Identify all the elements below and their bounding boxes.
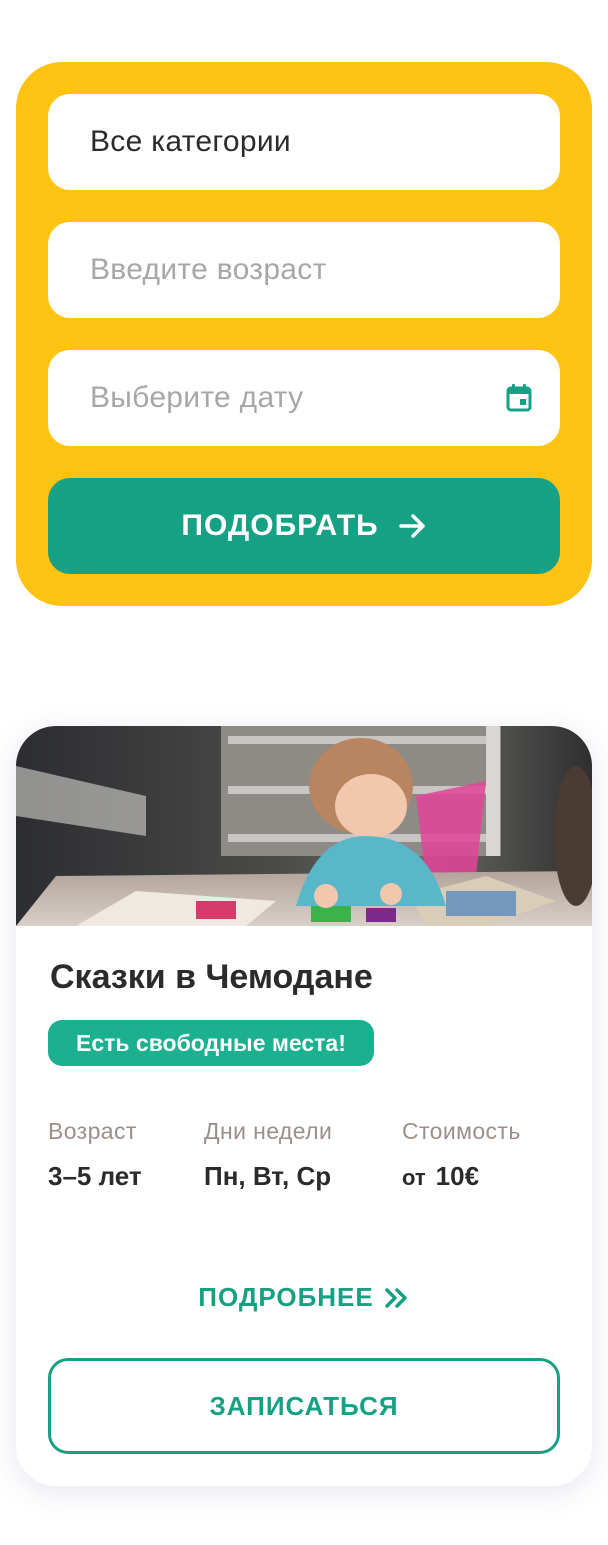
price-prefix: от <box>402 1165 426 1190</box>
info-age: Возраст 3–5 лет <box>48 1118 142 1192</box>
submit-button-label: ПОДОБРАТЬ <box>181 509 379 542</box>
category-select-value: Все категории <box>90 125 291 158</box>
details-link[interactable]: ПОДРОБНЕЕ <box>16 1282 592 1313</box>
category-select[interactable]: Все категории <box>48 94 560 190</box>
double-chevron-right-icon <box>384 1287 407 1308</box>
status-badge: Есть свободные места! <box>48 1020 374 1066</box>
submit-button[interactable]: ПОДОБРАТЬ <box>48 478 560 574</box>
event-photo <box>16 726 592 926</box>
enroll-button[interactable]: ЗАПИСАТЬСЯ <box>48 1358 560 1454</box>
date-input[interactable] <box>90 381 506 415</box>
days-label: Дни недели <box>204 1118 333 1144</box>
days-value-text: Пн, Вт, Ср <box>204 1161 332 1191</box>
date-field[interactable] <box>48 350 560 446</box>
age-label: Возраст <box>48 1118 137 1144</box>
age-value-text: 3–5 лет <box>48 1161 142 1191</box>
age-field[interactable] <box>48 222 560 318</box>
calendar-icon[interactable] <box>506 384 532 412</box>
arrow-right-icon <box>398 514 425 538</box>
filter-panel: Все категории ПОДОБРАТЬ <box>16 62 592 606</box>
details-link-label: ПОДРОБНЕЕ <box>198 1282 374 1312</box>
enroll-button-label: ЗАПИСАТЬСЯ <box>209 1390 399 1421</box>
price-value: от 10€ <box>402 1161 521 1192</box>
age-value: 3–5 лет <box>48 1161 142 1192</box>
price-amount: 10€ <box>435 1161 480 1191</box>
info-days: Дни недели Пн, Вт, Ср <box>204 1118 332 1192</box>
price-label: Стоимость <box>402 1118 521 1144</box>
age-input[interactable] <box>90 253 532 287</box>
days-value: Пн, Вт, Ср <box>204 1161 332 1192</box>
event-title: Сказки в Чемодане <box>50 958 373 996</box>
event-card: Сказки в Чемодане Есть свободные места! … <box>16 726 592 1486</box>
info-price: Стоимость от 10€ <box>402 1118 521 1192</box>
